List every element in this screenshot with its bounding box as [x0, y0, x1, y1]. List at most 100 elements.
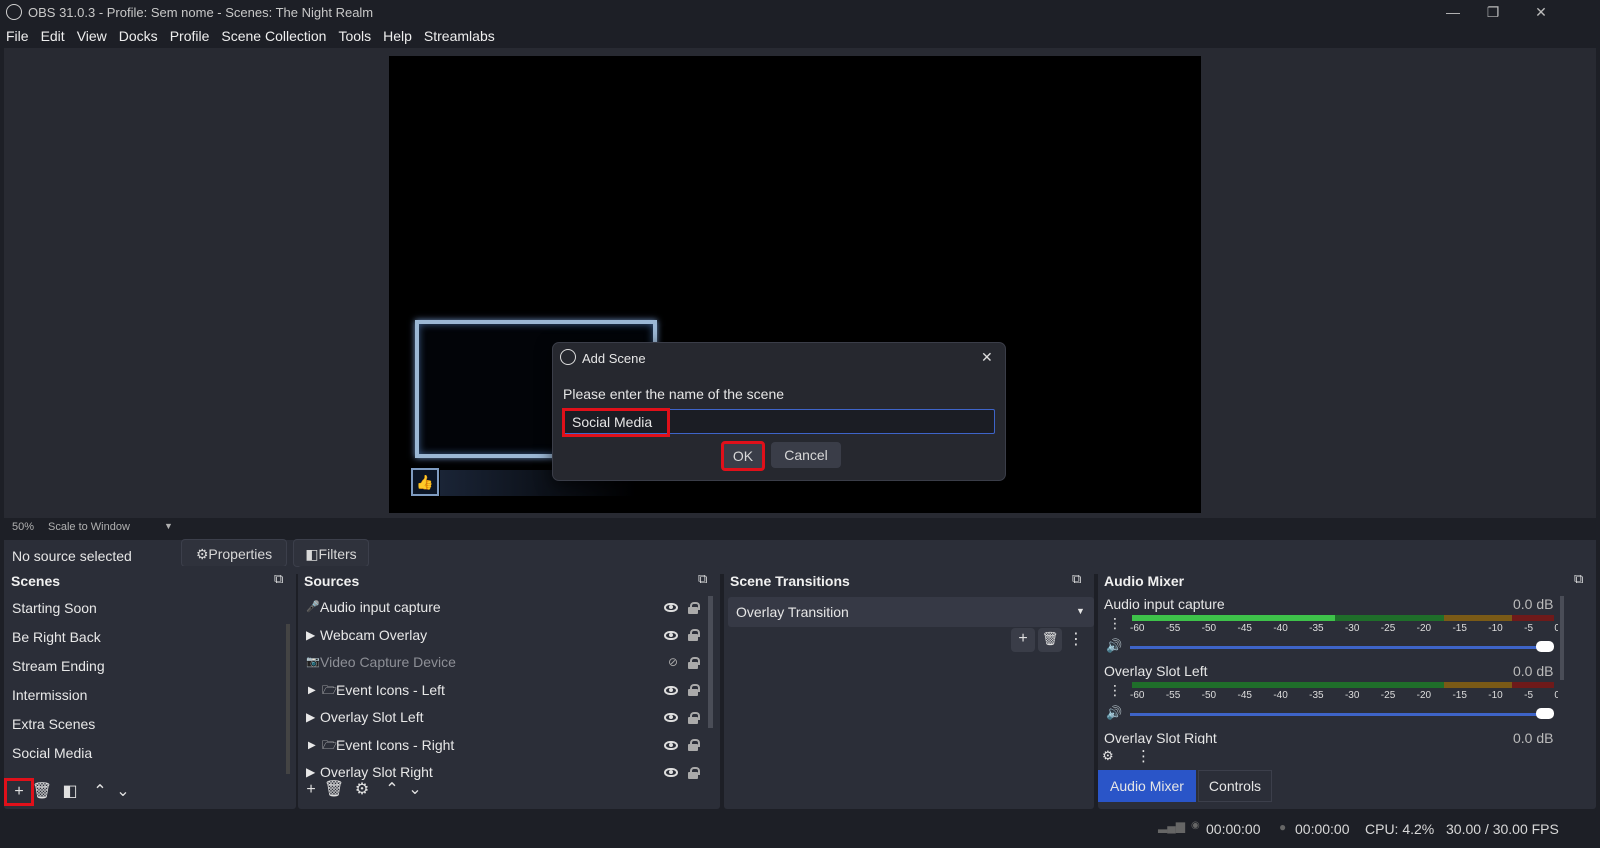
source-properties-button[interactable]: ⚙ [351, 779, 373, 801]
lock-icon[interactable] [688, 629, 700, 642]
source-name: Event Icons - Left [336, 681, 445, 698]
volume-slider[interactable] [1130, 713, 1552, 716]
meter-zone [1511, 615, 1554, 621]
remove-source-button[interactable]: 🗑 [323, 779, 345, 801]
volume-slider-handle[interactable] [1536, 641, 1554, 652]
move-scene-down-button[interactable]: ⌄ [112, 781, 134, 803]
menu-edit[interactable]: Edit [35, 24, 71, 44]
chevron-down-icon: ▼ [1076, 606, 1085, 616]
undock-icon[interactable]: ⧉ [1072, 571, 1081, 587]
source-item[interactable]: 🎤 Audio input capture [306, 594, 708, 622]
lock-icon[interactable] [688, 601, 700, 614]
visibility-icon[interactable] [664, 603, 678, 613]
expand-arrow-icon[interactable]: ▶ [306, 732, 322, 759]
lock-icon[interactable] [688, 739, 700, 752]
scenes-dock: Scenes ⧉ Starting Soon Be Right Back Str… [4, 566, 296, 809]
expand-arrow-icon[interactable]: ▶ [306, 677, 322, 704]
maximize-button[interactable]: ❐ [1470, 0, 1516, 24]
menu-docks[interactable]: Docks [113, 24, 164, 44]
visibility-icon[interactable] [664, 630, 678, 640]
obs-logo-icon [560, 349, 576, 365]
scene-item[interactable]: Extra Scenes [4, 710, 289, 739]
scene-item[interactable]: Be Right Back [4, 623, 289, 652]
mixer-scrollbar[interactable] [1560, 596, 1564, 680]
record-status-icon: ◉ [1191, 820, 1200, 831]
speaker-icon[interactable]: 🔊 [1106, 705, 1122, 721]
move-source-down-button[interactable]: ⌄ [404, 779, 426, 801]
add-source-button[interactable]: + [300, 779, 322, 801]
advanced-audio-icon[interactable]: ⚙ [1102, 748, 1114, 764]
properties-button[interactable]: ⚙Properties [181, 539, 287, 567]
scale-dropdown-icon[interactable]: ▼ [164, 521, 173, 531]
sources-dock: Sources ⧉ 🎤 Audio input capture ▶ Webcam O… [298, 566, 720, 809]
undock-icon[interactable]: ⧉ [698, 571, 707, 587]
thumbs-up-icon: 👍 [411, 468, 439, 496]
transition-menu-icon[interactable]: ⋮ [1065, 629, 1087, 651]
remove-scene-button[interactable]: 🗑 [31, 781, 53, 803]
move-scene-up-button[interactable]: ⌃ [89, 781, 111, 803]
scenes-scrollbar[interactable] [286, 624, 290, 774]
visibility-icon[interactable] [664, 740, 678, 750]
lock-icon[interactable] [688, 684, 700, 697]
ok-button[interactable]: OK [721, 441, 765, 471]
visibility-icon[interactable] [664, 713, 678, 723]
menu-file[interactable]: File [0, 24, 35, 44]
source-item[interactable]: 📷 Video Capture Device ⊘ [306, 649, 708, 677]
source-item[interactable]: ▶ Overlay Slot Left [306, 704, 708, 732]
source-item[interactable]: ▶ Webcam Overlay [306, 622, 708, 650]
transition-select[interactable]: Overlay Transition ▼ [728, 597, 1094, 627]
scene-filters-button[interactable]: ◧ [59, 781, 81, 803]
lock-icon[interactable] [688, 656, 700, 669]
scene-transitions-dock: Scene Transitions ⧉ Overlay Transition ▼… [724, 566, 1094, 809]
scene-item[interactable]: Starting Soon [4, 594, 289, 623]
title-bar: OBS 31.0.3 - Profile: Sem nome - Scenes:… [0, 0, 1600, 24]
channel-db: 0.0 dB [1513, 663, 1554, 679]
add-scene-button[interactable]: + [4, 778, 34, 806]
visibility-icon[interactable] [664, 768, 678, 778]
channel-db: 0.0 dB [1513, 730, 1554, 744]
cpu-usage: CPU: 4.2% [1365, 821, 1435, 837]
scene-name-value: Social Media [572, 414, 653, 430]
lock-icon[interactable] [688, 766, 700, 779]
filters-button[interactable]: ◧Filters [293, 539, 369, 567]
visibility-icon[interactable] [664, 685, 678, 695]
menu-tools[interactable]: Tools [332, 24, 377, 44]
properties-label: Properties [208, 546, 273, 562]
move-source-up-button[interactable]: ⌃ [381, 779, 403, 801]
volume-slider[interactable] [1130, 646, 1552, 649]
add-transition-button[interactable]: + [1011, 628, 1035, 652]
undock-icon[interactable]: ⧉ [1574, 571, 1583, 587]
menu-help[interactable]: Help [377, 24, 418, 44]
speaker-icon[interactable]: 🔊 [1106, 638, 1122, 654]
menu-scene-collection[interactable]: Scene Collection [215, 24, 332, 44]
channel-db: 0.0 dB [1513, 596, 1554, 612]
mixer-menu-icon[interactable]: ⋮ [1136, 747, 1151, 765]
source-group[interactable]: ▶ 🗁 Event Icons - Left [306, 677, 708, 705]
volume-slider-handle[interactable] [1536, 708, 1554, 719]
menu-profile[interactable]: Profile [164, 24, 216, 44]
undock-icon[interactable]: ⧉ [274, 571, 283, 587]
tab-audio-mixer[interactable]: Audio Mixer [1098, 770, 1196, 802]
tab-controls[interactable]: Controls [1198, 770, 1272, 802]
source-group[interactable]: ▶ 🗁 Event Icons - Right [306, 732, 708, 760]
source-name: Video Capture Device [320, 654, 456, 671]
window-title: OBS 31.0.3 - Profile: Sem nome - Scenes:… [28, 5, 374, 20]
close-dialog-button[interactable]: ✕ [981, 349, 993, 366]
sources-scrollbar[interactable] [708, 596, 713, 728]
mixer-channel: Audio input capture 0.0 dB ⋮ 🔊 -60 -55 -50… [1098, 594, 1558, 661]
scenes-title: Scenes [11, 573, 61, 589]
hidden-visibility-icon[interactable]: ⊘ [668, 649, 678, 676]
channel-menu-icon[interactable]: ⋮ [1108, 615, 1122, 632]
scale-mode[interactable]: Scale to Window [48, 521, 130, 533]
lock-icon[interactable] [688, 711, 700, 724]
close-window-button[interactable]: ✕ [1518, 0, 1564, 24]
menu-streamlabs[interactable]: Streamlabs [418, 24, 501, 44]
remove-transition-button[interactable]: 🗑 [1038, 628, 1062, 652]
channel-menu-icon[interactable]: ⋮ [1108, 682, 1122, 699]
scene-item[interactable]: Stream Ending [4, 652, 289, 681]
scene-item[interactable]: Intermission [4, 681, 289, 710]
source-name: Audio input capture [320, 599, 441, 616]
cancel-button[interactable]: Cancel [771, 442, 841, 468]
scene-item[interactable]: Social Media [4, 739, 289, 768]
menu-view[interactable]: View [71, 24, 113, 44]
